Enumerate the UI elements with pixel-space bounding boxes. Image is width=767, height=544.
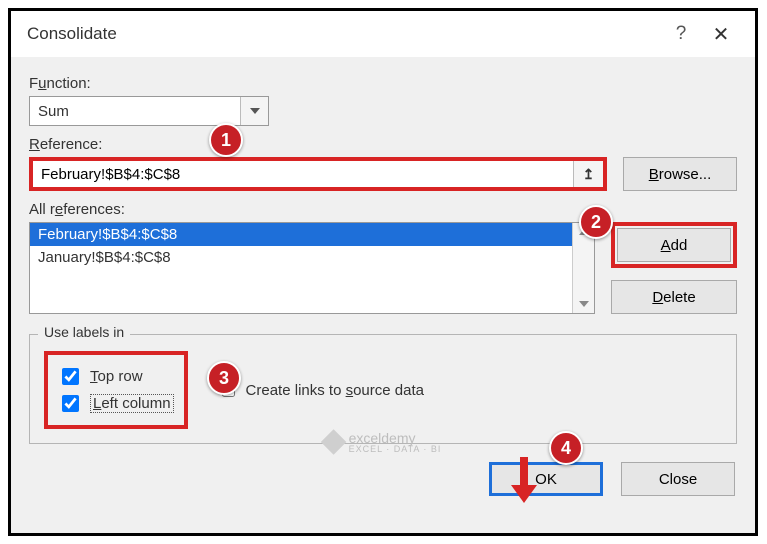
reference-input[interactable]	[33, 161, 573, 187]
btn-text: dd	[671, 237, 688, 254]
ok-button[interactable]: OK	[489, 462, 603, 496]
add-button-highlight: Add	[611, 222, 737, 268]
label-text: eft column	[101, 395, 170, 412]
title-bar: Consolidate ? ✕	[11, 11, 755, 57]
dropdown-button[interactable]	[240, 97, 268, 125]
chevron-down-icon	[579, 301, 589, 307]
btn-accel: B	[649, 166, 659, 183]
range-picker-button[interactable]: ↥	[573, 161, 603, 187]
close-button[interactable]: ✕	[701, 22, 741, 47]
label-text: eference:	[40, 136, 103, 153]
create-links-row: Create links to source data	[218, 381, 424, 400]
label-accel: T	[90, 368, 98, 385]
label-text: ource data	[353, 382, 424, 399]
callout-4: 4	[549, 431, 583, 465]
callout-1: 1	[209, 123, 243, 157]
all-references-label: All references:	[29, 201, 737, 218]
dialog-body: 1 2 3 4 Function: Sum Reference: ↥	[11, 57, 755, 508]
use-labels-group: Use labels in Top row Left column Create…	[29, 334, 737, 444]
label-text: op row	[98, 368, 143, 385]
left-column-label: Left column	[90, 394, 174, 413]
btn-text: rowse...	[659, 166, 712, 183]
arrow-icon	[511, 457, 537, 503]
left-column-checkbox[interactable]	[62, 395, 79, 412]
delete-button[interactable]: Delete	[611, 280, 737, 314]
label-accel: u	[38, 75, 46, 92]
btn-accel: D	[652, 289, 663, 306]
list-contents: February!$B$4:$C$8 January!$B$4:$C$8	[30, 223, 572, 313]
create-links-label: Create links to source data	[246, 382, 424, 399]
top-row-label: Top row	[90, 368, 143, 385]
dialog-title: Consolidate	[27, 24, 661, 44]
browse-button[interactable]: Browse...	[623, 157, 737, 191]
label-accel: e	[55, 201, 63, 218]
group-legend: Use labels in	[38, 324, 130, 340]
watermark-sub: EXCEL · DATA · BI	[349, 444, 442, 454]
collapse-icon: ↥	[583, 166, 595, 183]
label-text: F	[29, 75, 38, 92]
callout-2: 2	[579, 205, 613, 239]
dialog-footer: OK Close	[29, 462, 737, 496]
help-button[interactable]: ?	[661, 23, 701, 45]
function-combobox[interactable]: Sum	[29, 96, 269, 126]
label-text: nction:	[47, 75, 91, 92]
label-text: ferences:	[63, 201, 125, 218]
btn-accel: A	[661, 237, 671, 254]
all-references-listbox[interactable]: February!$B$4:$C$8 January!$B$4:$C$8	[29, 222, 595, 314]
btn-text: elete	[663, 289, 696, 306]
function-value: Sum	[30, 103, 240, 120]
chevron-down-icon	[250, 108, 260, 114]
label-accel: R	[29, 136, 40, 153]
reference-label: Reference:	[29, 136, 737, 153]
add-button[interactable]: Add	[617, 228, 731, 262]
consolidate-dialog: Consolidate ? ✕ 1 2 3 4 Function: Sum Re…	[8, 8, 758, 536]
function-label: Function:	[29, 75, 737, 92]
label-text: All r	[29, 201, 55, 218]
list-item[interactable]: January!$B$4:$C$8	[30, 246, 572, 269]
callout-3: 3	[207, 361, 241, 395]
label-accel: s	[346, 382, 354, 399]
top-row-checkbox[interactable]	[62, 368, 79, 385]
label-text: Create links to	[246, 382, 346, 399]
reference-input-highlight: ↥	[29, 157, 607, 191]
checkboxes-highlight: Top row Left column	[44, 351, 188, 429]
list-item[interactable]: February!$B$4:$C$8	[30, 223, 572, 246]
close-dialog-button[interactable]: Close	[621, 462, 735, 496]
